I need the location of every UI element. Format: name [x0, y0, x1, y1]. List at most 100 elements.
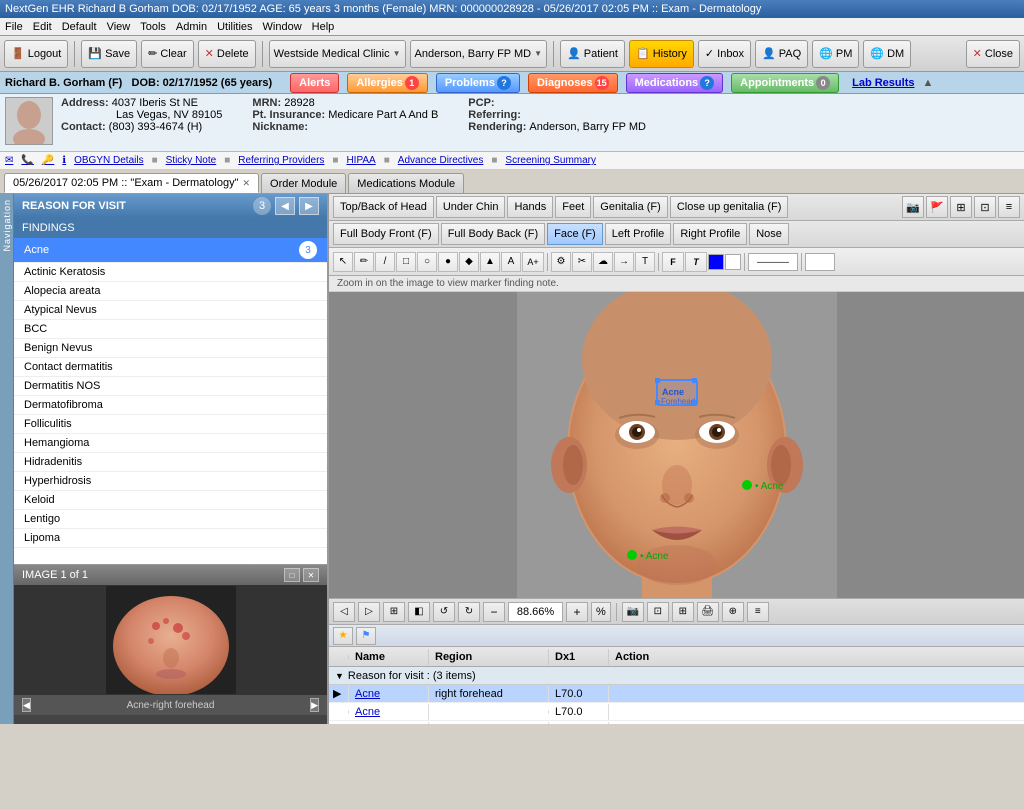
canvas-btn-2[interactable]: ▷ — [358, 602, 380, 622]
pm-button[interactable]: 🌐 PM — [812, 40, 859, 68]
menu-file[interactable]: File — [5, 21, 23, 33]
lab-results-link[interactable]: Lab Results — [852, 77, 914, 89]
canvas-btn-menu[interactable]: ≡ — [747, 602, 769, 622]
tab-order-module[interactable]: Order Module — [261, 173, 346, 193]
delete-button[interactable]: ✕ Delete — [198, 40, 256, 68]
canvas-btn-1[interactable]: ◁ — [333, 602, 355, 622]
finding-folliculitis[interactable]: Folliculitis — [14, 415, 327, 434]
text-tool[interactable]: A — [501, 252, 521, 272]
inbox-button[interactable]: ✓ Inbox — [698, 40, 751, 68]
menu-icon-button[interactable]: ≡ — [998, 196, 1020, 218]
canvas-btn-cam[interactable]: 📷 — [622, 602, 644, 622]
menu-default[interactable]: Default — [62, 21, 97, 33]
view-hands[interactable]: Hands — [507, 196, 553, 218]
tab-close-icon[interactable]: ✕ — [242, 178, 250, 189]
table-row-1[interactable]: ▶ Acne right forehead L70.0 — [329, 685, 1024, 703]
image-close-button[interactable]: ✕ — [303, 568, 319, 582]
finding-lipoma[interactable]: Lipoma — [14, 529, 327, 548]
sticky-note-link[interactable]: Sticky Note — [166, 155, 217, 166]
canvas-btn-4[interactable]: ◧ — [408, 602, 430, 622]
view-nose[interactable]: Nose — [749, 223, 789, 245]
finding-contact-dermatitis[interactable]: Contact dermatitis — [14, 358, 327, 377]
image-resize-button[interactable]: □ — [284, 568, 300, 582]
diamond-tool[interactable]: ◆ — [459, 252, 479, 272]
canvas-btn-print[interactable]: 🖨 — [697, 602, 719, 622]
scissors-tool[interactable]: ✂ — [572, 252, 592, 272]
email-icon[interactable]: ✉ — [5, 155, 13, 166]
table-btn-flag[interactable]: ⚑ — [356, 627, 376, 645]
view-under-chin[interactable]: Under Chin — [436, 196, 506, 218]
info-icon[interactable]: ℹ — [62, 155, 66, 166]
finding-benign-nevus[interactable]: Benign Nevus — [14, 339, 327, 358]
view-close-up-genitalia[interactable]: Close up genitalia (F) — [670, 196, 789, 218]
image-prev-button[interactable]: ◀ — [22, 698, 31, 712]
cursor-tool[interactable]: ↖ — [333, 252, 353, 272]
filled-ellipse-tool[interactable]: ● — [438, 252, 458, 272]
menu-help[interactable]: Help — [312, 21, 335, 33]
expand-icon-button[interactable]: ⊡ — [974, 196, 996, 218]
view-top-back-head[interactable]: Top/Back of Head — [333, 196, 434, 218]
table-row-2[interactable]: Acne L70.0 — [329, 703, 1024, 721]
font-bold-tool[interactable]: F — [662, 252, 684, 272]
finding-atypical-nevus[interactable]: Atypical Nevus — [14, 301, 327, 320]
save-button[interactable]: 💾 Save — [81, 40, 137, 68]
tab-exam-dermatology[interactable]: 05/26/2017 02:05 PM :: "Exam - Dermatolo… — [4, 173, 259, 193]
text-plus-tool[interactable]: A+ — [522, 252, 544, 272]
font-italic-tool[interactable]: T — [685, 252, 707, 272]
finding-bcc[interactable]: BCC — [14, 320, 327, 339]
tab-medications-module[interactable]: Medications Module — [348, 173, 464, 193]
patient-button[interactable]: 👤 Patient — [560, 40, 625, 68]
nav-button-medications[interactable]: Medications ? — [626, 73, 724, 93]
canvas-btn-6[interactable]: ↻ — [458, 602, 480, 622]
view-full-body-back[interactable]: Full Body Back (F) — [441, 223, 545, 245]
canvas-btn-fit[interactable]: ⊡ — [647, 602, 669, 622]
color-swatch-blue[interactable] — [708, 254, 724, 270]
menu-edit[interactable]: Edit — [33, 21, 52, 33]
finding-alopecia[interactable]: Alopecia areata — [14, 282, 327, 301]
nav-button-appointments[interactable]: Appointments 0 — [731, 73, 839, 93]
obgyn-details-link[interactable]: OBGYN Details — [74, 155, 143, 166]
screening-summary-link[interactable]: Screening Summary — [505, 155, 596, 166]
nav-button-problems[interactable]: Problems ? — [436, 73, 520, 93]
canvas-btn-5[interactable]: ↺ — [433, 602, 455, 622]
key-icon[interactable]: 🔑 — [42, 155, 54, 166]
reason-next-button[interactable]: ▶ — [299, 197, 319, 215]
finding-hyperhidrosis[interactable]: Hyperhidrosis — [14, 472, 327, 491]
rectangle-tool[interactable]: □ — [396, 252, 416, 272]
fill-tool[interactable]: ▲ — [480, 252, 500, 272]
menu-view[interactable]: View — [107, 21, 131, 33]
line-tool[interactable]: / — [375, 252, 395, 272]
zoom-in-button[interactable]: + — [566, 602, 588, 622]
settings-tool[interactable]: ⚙ — [551, 252, 571, 272]
nav-button-allergies[interactable]: Allergies 1 — [347, 73, 427, 93]
clinic-dropdown[interactable]: Westside Medical Clinic ▼ — [269, 40, 406, 68]
view-right-profile[interactable]: Right Profile — [673, 223, 747, 245]
view-genitalia-f[interactable]: Genitalia (F) — [593, 196, 668, 218]
t-tool[interactable]: T — [635, 252, 655, 272]
menu-admin[interactable]: Admin — [176, 21, 207, 33]
logout-button[interactable]: 🚪 Logout — [4, 40, 68, 68]
group-expand-icon[interactable]: ▼ — [335, 671, 344, 681]
finding-acne[interactable]: Acne 3 — [14, 238, 327, 263]
canvas-area[interactable]: Acne Forehead • Acne • Acne — [329, 292, 1024, 598]
canvas-btn-3[interactable]: ⊞ — [383, 602, 405, 622]
menu-utilities[interactable]: Utilities — [217, 21, 252, 33]
image-next-button[interactable]: ▶ — [310, 698, 319, 712]
table-btn-star[interactable]: ★ — [333, 627, 353, 645]
findings-list[interactable]: Acne 3 Actinic Keratosis Alopecia areata… — [14, 238, 327, 564]
provider-dropdown[interactable]: Anderson, Barry FP MD ▼ — [410, 40, 547, 68]
td-name-2[interactable]: Acne — [349, 704, 429, 720]
color-swatch-white[interactable] — [725, 254, 741, 270]
hipaa-link[interactable]: HIPAA — [346, 155, 375, 166]
zoom-percent-button[interactable]: % — [591, 602, 611, 622]
finding-keloid[interactable]: Keloid — [14, 491, 327, 510]
view-left-profile[interactable]: Left Profile — [605, 223, 672, 245]
finding-hemangioma[interactable]: Hemangioma — [14, 434, 327, 453]
finding-lentigo[interactable]: Lentigo — [14, 510, 327, 529]
clear-button[interactable]: ✏ Clear — [141, 40, 194, 68]
zoom-out-button[interactable]: − — [483, 602, 505, 622]
phone-icon[interactable]: 📞 — [21, 155, 33, 166]
view-feet[interactable]: Feet — [555, 196, 591, 218]
nav-button-diagnoses[interactable]: Diagnoses 15 — [528, 73, 618, 93]
referring-providers-link[interactable]: Referring Providers — [238, 155, 324, 166]
